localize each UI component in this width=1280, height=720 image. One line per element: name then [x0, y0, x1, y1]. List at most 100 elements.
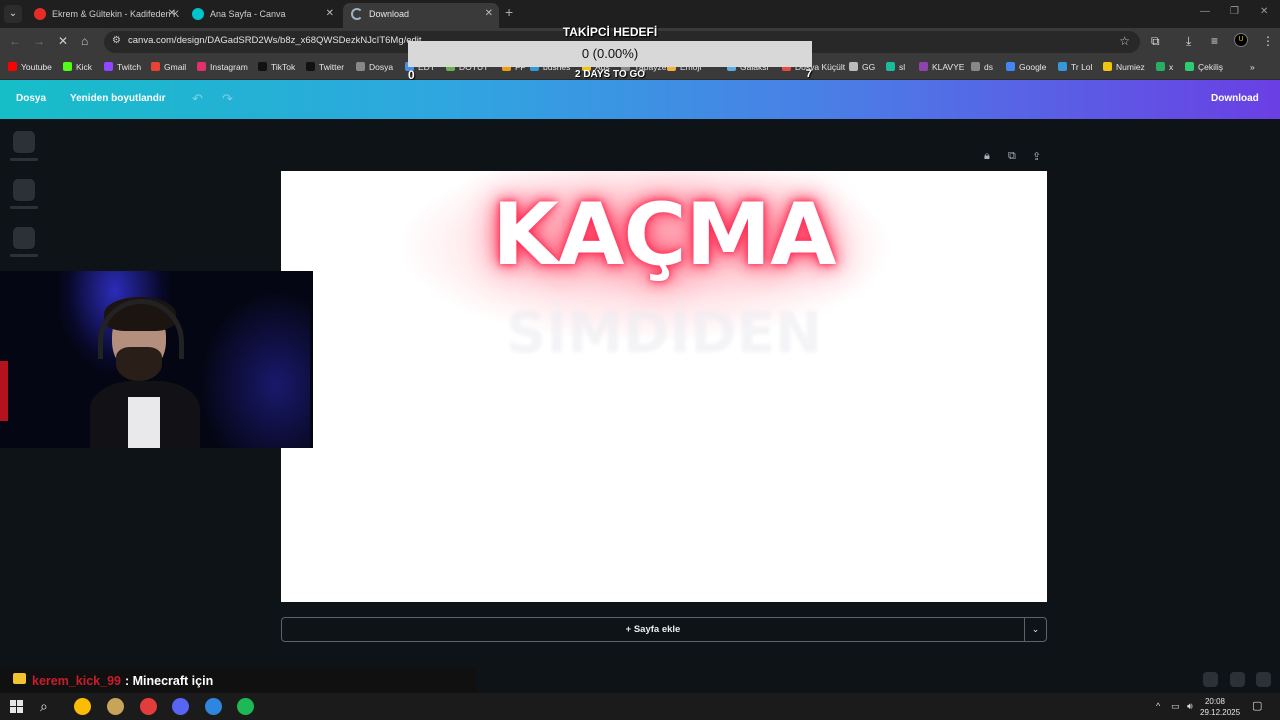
bookmark-item[interactable]: TikTok — [258, 62, 295, 72]
background-light — [200, 291, 310, 448]
duplicate-page-icon[interactable]: ⧉ — [1008, 150, 1016, 163]
bookmark-item[interactable]: Çekiliş — [1185, 62, 1223, 72]
bookmark-icon — [1006, 62, 1015, 71]
spotify-icon[interactable] — [237, 698, 254, 715]
tab-title: Ekrem & Gültekin - Kadifeden K — [52, 9, 180, 19]
loading-icon — [351, 8, 363, 20]
restore-icon[interactable]: ❐ — [1230, 6, 1239, 17]
windows-start-icon[interactable] — [10, 700, 23, 713]
bookmark-item[interactable]: Youtube — [8, 62, 52, 72]
league-icon[interactable] — [107, 698, 124, 715]
extensions-icon[interactable]: ⧉ — [1151, 34, 1160, 49]
fullscreen-button[interactable] — [1256, 672, 1271, 687]
tray-overflow-icon[interactable]: ^ — [1156, 701, 1160, 711]
undo-icon[interactable]: ↶ — [192, 91, 203, 107]
side-panel-tool[interactable] — [13, 179, 35, 201]
design-canvas[interactable]: KAÇMA SİMDİDEN — [281, 171, 1047, 602]
side-panel-tool[interactable] — [13, 227, 35, 249]
bookmark-label: Kick — [76, 62, 93, 72]
discord-icon[interactable] — [172, 698, 189, 715]
notes-button[interactable] — [1203, 672, 1218, 687]
bookmark-label: Instagram — [210, 62, 248, 72]
bookmark-item[interactable]: Kick — [63, 62, 92, 72]
redo-icon[interactable]: ↷ — [222, 91, 233, 107]
zoom-button[interactable] — [1230, 672, 1245, 687]
forward-icon[interactable]: → — [33, 34, 45, 48]
background-light — [0, 361, 8, 421]
bookmark-label: Gmail — [164, 62, 187, 72]
bookmark-label: GG — [862, 62, 876, 72]
webcam-overlay — [0, 271, 313, 448]
chat-text: : Minecraft için — [125, 674, 214, 688]
bookmark-item[interactable]: Instagram — [197, 62, 248, 72]
bookmark-item[interactable]: Numiez — [1103, 62, 1145, 72]
minimize-icon[interactable]: — — [1200, 6, 1210, 17]
canva-icon — [192, 8, 204, 20]
side-panel-label — [10, 158, 38, 161]
stop-loading-icon[interactable]: ✕ — [58, 34, 68, 48]
bookmark-item[interactable]: KLAVYE — [919, 62, 964, 72]
search-icon[interactable]: ⌕ — [40, 698, 48, 715]
bookmark-item[interactable]: x — [1156, 62, 1173, 72]
tab-canva-home[interactable]: Ana Sayfa - Canva ✕ — [184, 3, 340, 28]
chrome-icon[interactable] — [74, 698, 91, 715]
goal-value: 0 (0.00%) — [581, 46, 639, 61]
bookmarks-overflow-icon[interactable]: » — [1250, 62, 1255, 72]
bookmark-icon — [306, 62, 315, 71]
volume-icon[interactable]: 🔊︎ — [1187, 701, 1193, 712]
bookmark-icon — [1185, 62, 1194, 71]
back-icon[interactable]: ← — [9, 34, 21, 48]
bookmark-item[interactable]: Google — [1006, 62, 1046, 72]
close-window-icon[interactable]: ✕ — [1260, 6, 1268, 17]
goal-target: 7 — [805, 68, 812, 80]
app-icon[interactable] — [140, 698, 157, 715]
chat-message: kerem_kick_99 : Minecraft için — [0, 669, 476, 693]
bookmark-item[interactable]: Twitter — [306, 62, 344, 72]
bookmark-label: Çekiliş — [1198, 62, 1224, 72]
close-icon[interactable]: ✕ — [168, 3, 176, 25]
headline-text[interactable]: KAÇMA — [281, 185, 1047, 285]
bookmark-item[interactable]: Tr Lol — [1058, 62, 1092, 72]
youtube-icon — [34, 8, 46, 20]
menu-icon[interactable]: ⋮ — [1262, 34, 1274, 48]
resize-button[interactable]: Yeniden boyutlandır — [70, 93, 166, 104]
bookmark-icon — [1103, 62, 1112, 71]
faded-subtitle-text[interactable]: SİMDİDEN — [281, 301, 1047, 366]
bookmark-label: Numiez — [1116, 62, 1145, 72]
add-page-button[interactable]: + Sayfa ekle — [281, 617, 1025, 642]
home-icon[interactable]: ⌂ — [81, 34, 88, 48]
bookmark-label: TikTok — [271, 62, 296, 72]
goal-remaining: 2 DAYS TO GO — [574, 69, 646, 80]
notification-icon[interactable]: ▢ — [1252, 699, 1262, 712]
bookmark-item[interactable]: Twitch — [104, 62, 141, 72]
close-icon[interactable]: ✕ — [485, 3, 493, 25]
bookmark-item[interactable]: ds — [971, 62, 993, 72]
file-menu[interactable]: Dosya — [16, 93, 46, 104]
bookmark-item[interactable]: Gmail — [151, 62, 186, 72]
lock-icon[interactable]: 🔒︎ — [984, 150, 990, 163]
side-panel-tool[interactable] — [13, 131, 35, 153]
download-button[interactable]: Download — [1211, 93, 1259, 104]
system-clock[interactable]: 20:08 29.12.2025 — [1200, 696, 1240, 718]
bookmark-star-icon[interactable]: ☆ — [1119, 34, 1130, 48]
close-icon[interactable]: ✕ — [326, 3, 334, 25]
bookmark-label: ds — [984, 62, 993, 72]
site-info-icon[interactable]: ⚙ — [112, 35, 121, 46]
bookmark-label: Twitter — [319, 62, 345, 72]
share-page-icon[interactable]: ⇪ — [1032, 150, 1041, 163]
profile-avatar[interactable]: U — [1234, 33, 1248, 47]
bookmark-item[interactable]: GG — [849, 62, 875, 72]
media-icon[interactable]: ≡ — [1211, 34, 1218, 48]
new-tab-button[interactable]: + — [505, 4, 513, 20]
downloads-icon[interactable]: ⤓ — [1186, 34, 1191, 49]
bookmark-item[interactable]: sl — [886, 62, 905, 72]
tab-search-button[interactable]: ⌄ — [4, 5, 22, 23]
tab-title: Download — [369, 9, 410, 19]
tab-title: Ana Sayfa - Canva — [210, 9, 286, 19]
chevron-down-icon[interactable]: ⌄ — [1024, 617, 1047, 642]
paint-icon[interactable] — [205, 698, 222, 715]
tab-youtube[interactable]: Ekrem & Gültekin - Kadifeden K ✕ — [26, 3, 182, 28]
bookmark-icon — [197, 62, 206, 71]
network-icon[interactable]: ▭ — [1171, 701, 1180, 712]
bookmark-item[interactable]: Dosya — [356, 62, 393, 72]
